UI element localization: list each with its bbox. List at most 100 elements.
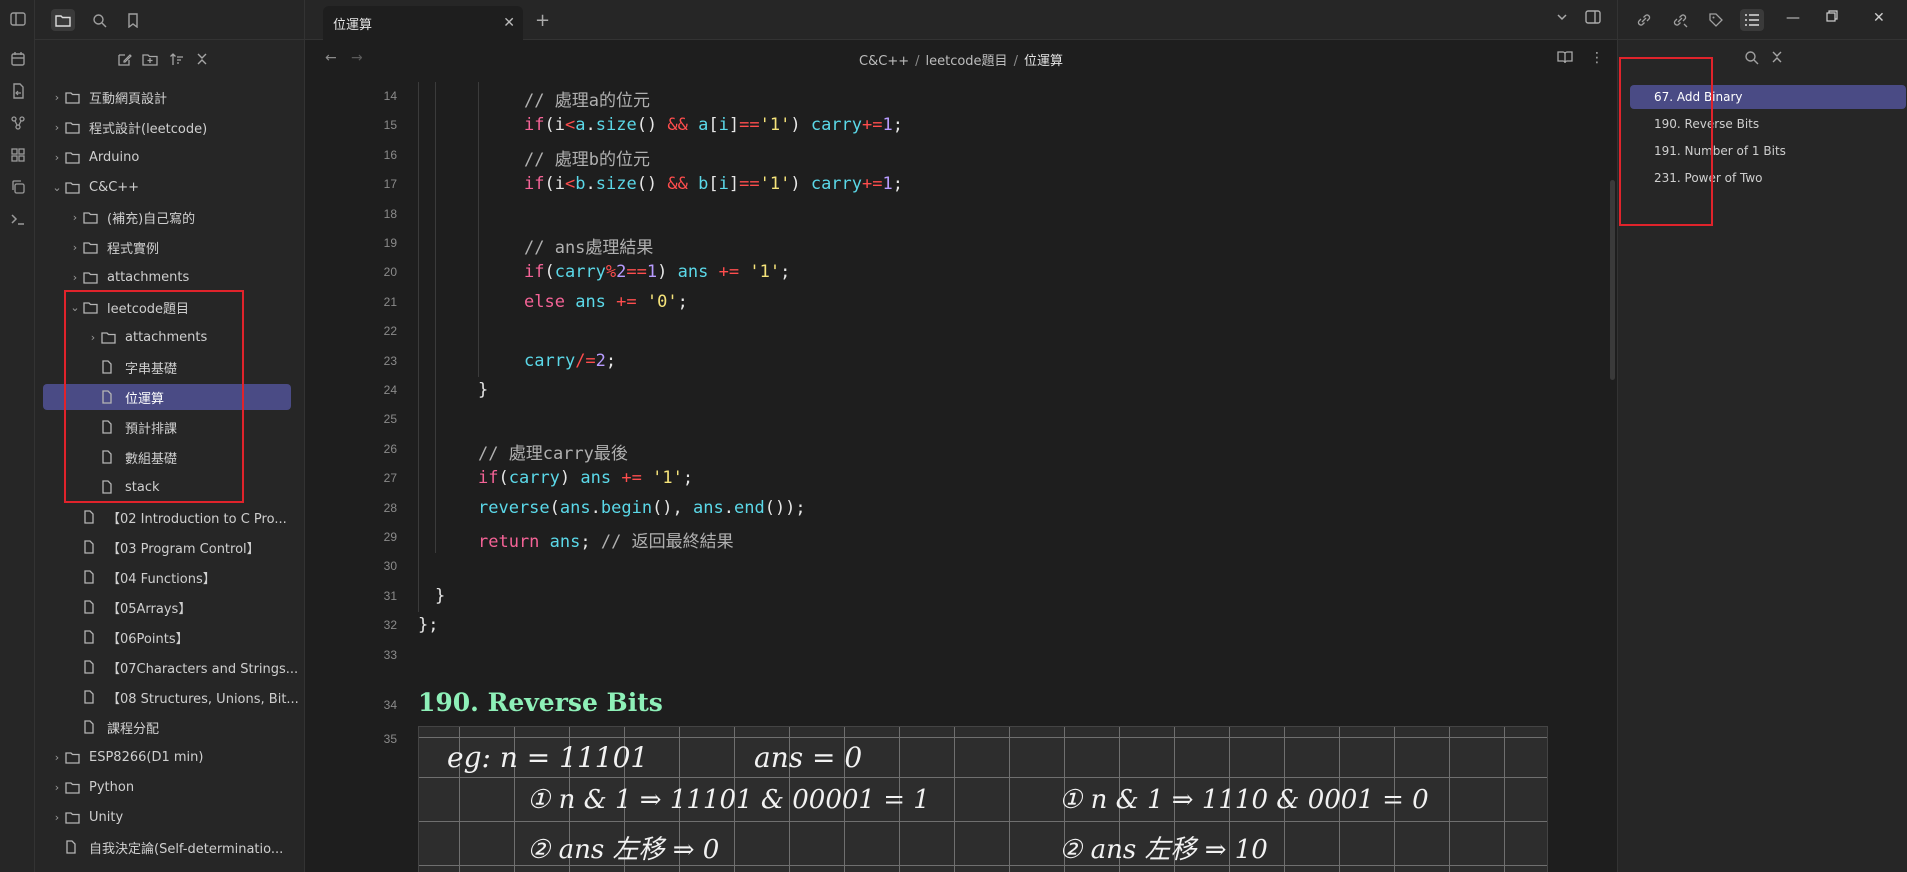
copy-icon[interactable] bbox=[9, 178, 27, 196]
close-tab-icon[interactable]: ✕ bbox=[503, 15, 515, 31]
tree-file[interactable]: 【08 Structures, Unions, Bit... bbox=[35, 684, 304, 710]
tree-file[interactable]: 【03 Program Control】 bbox=[35, 534, 304, 560]
chevron-down-icon[interactable] bbox=[1555, 10, 1569, 28]
code-token: '1' bbox=[652, 468, 683, 489]
folder-icon[interactable] bbox=[51, 9, 75, 31]
file-icon bbox=[83, 630, 101, 644]
restore-icon[interactable] bbox=[1826, 10, 1838, 26]
tree-file[interactable]: 自我決定論(Self-determinatio... bbox=[35, 834, 304, 860]
tree-file[interactable]: 【04 Functions】 bbox=[35, 564, 304, 590]
chevron-right-icon[interactable]: › bbox=[85, 331, 101, 344]
outline-item[interactable]: 191. Number of 1 Bits bbox=[1630, 139, 1906, 163]
chevron-right-icon[interactable]: › bbox=[67, 211, 83, 224]
backlinks-icon[interactable] bbox=[1632, 9, 1656, 31]
line-number: 32 bbox=[383, 618, 397, 633]
code-token: % bbox=[605, 262, 617, 283]
folder-icon bbox=[83, 240, 101, 254]
tree-folder[interactable]: › attachments bbox=[35, 264, 304, 290]
breadcrumb-current[interactable]: 位運算 bbox=[1024, 54, 1063, 69]
chevron-down-icon[interactable]: ⌄ bbox=[67, 301, 83, 314]
outgoing-links-icon[interactable] bbox=[1668, 9, 1692, 31]
new-tab-icon[interactable]: + bbox=[535, 10, 550, 31]
chevron-right-icon[interactable]: › bbox=[49, 781, 65, 794]
sidebar-toggle-icon[interactable] bbox=[9, 10, 27, 28]
chevron-right-icon[interactable]: › bbox=[67, 271, 83, 284]
outline-item[interactable]: 67. Add Binary bbox=[1630, 85, 1906, 109]
chevron-right-icon[interactable]: › bbox=[49, 751, 65, 764]
folder-icon bbox=[65, 90, 83, 104]
calendar-icon[interactable] bbox=[9, 50, 27, 68]
collapse-all-icon[interactable] bbox=[193, 50, 211, 68]
tree-folder[interactable]: › Unity bbox=[35, 804, 304, 830]
breadcrumb-item[interactable]: leetcode題目 bbox=[926, 54, 1008, 69]
tree-file[interactable]: 位運算 bbox=[43, 384, 291, 410]
search-icon[interactable] bbox=[1744, 50, 1762, 68]
indent-guide bbox=[418, 82, 419, 112]
indent-guide bbox=[478, 111, 479, 142]
editor-scrollbar[interactable] bbox=[1610, 180, 1615, 380]
tree-file[interactable]: 【07Characters and Strings... bbox=[35, 654, 304, 680]
new-note-icon[interactable] bbox=[115, 50, 133, 68]
search-icon[interactable] bbox=[87, 9, 111, 31]
code-token: if bbox=[524, 174, 545, 195]
handwriting-line: ans = 0 bbox=[754, 741, 863, 774]
chevron-right-icon[interactable]: › bbox=[49, 91, 65, 104]
outline-item[interactable]: 190. Reverse Bits bbox=[1630, 112, 1906, 136]
tags-icon[interactable] bbox=[1704, 9, 1728, 31]
tree-folder[interactable]: › 互動網頁設計 bbox=[35, 84, 304, 110]
indent-guide bbox=[435, 464, 436, 495]
code-token: < bbox=[564, 115, 576, 136]
tree-file[interactable]: 課程分配 bbox=[35, 714, 304, 740]
new-folder-icon[interactable] bbox=[141, 50, 159, 68]
indent-guide bbox=[418, 287, 419, 318]
outline-list-icon[interactable] bbox=[1740, 9, 1764, 31]
tree-file[interactable]: 預計排課 bbox=[35, 414, 304, 440]
more-options-icon[interactable]: ⋮ bbox=[1590, 50, 1604, 66]
code-token: && bbox=[667, 115, 688, 136]
tab-active-note[interactable]: 位運算 ✕ bbox=[323, 6, 523, 40]
tree-file[interactable]: 【02 Introduction to C Pro... bbox=[35, 504, 304, 530]
blocks-icon[interactable] bbox=[9, 146, 27, 164]
collapse-all-icon[interactable] bbox=[1770, 50, 1788, 68]
tree-file[interactable]: 【06Points】 bbox=[35, 624, 304, 650]
indent-guide bbox=[418, 523, 419, 553]
file-sync-icon[interactable] bbox=[9, 82, 27, 100]
tree-folder[interactable]: › Arduino bbox=[35, 144, 304, 170]
tree-file[interactable]: stack bbox=[35, 474, 304, 500]
code-block[interactable]: 14// 處理a的位元 15 if(i<a.size() && a[i]=='1')… bbox=[305, 76, 1617, 676]
tree-folder[interactable]: › ESP8266(D1 min) bbox=[35, 744, 304, 770]
tree-folder[interactable]: ⌄ C&C++ bbox=[35, 174, 304, 200]
chevron-right-icon[interactable]: › bbox=[49, 811, 65, 824]
close-window-icon[interactable]: ✕ bbox=[1873, 10, 1885, 26]
bookmark-icon[interactable] bbox=[121, 9, 145, 31]
indent-guide bbox=[435, 376, 436, 406]
chevron-right-icon[interactable]: › bbox=[49, 151, 65, 164]
code-token: ( bbox=[549, 497, 560, 518]
breadcrumb-item[interactable]: C&C++ bbox=[859, 54, 909, 69]
chevron-down-icon[interactable]: ⌄ bbox=[49, 181, 65, 194]
tree-folder[interactable]: › 程式實例 bbox=[35, 234, 304, 260]
code-token: ; bbox=[580, 532, 601, 552]
code-token: 2 bbox=[616, 262, 627, 283]
code-token: a bbox=[575, 115, 586, 136]
tree-folder[interactable]: › attachments bbox=[35, 324, 304, 350]
tree-folder[interactable]: › Python bbox=[35, 774, 304, 800]
terminal-icon[interactable] bbox=[9, 210, 27, 228]
minimize-icon[interactable]: — bbox=[1786, 10, 1800, 26]
outline-item[interactable]: 231. Power of Two bbox=[1630, 166, 1906, 190]
chevron-right-icon[interactable]: › bbox=[49, 121, 65, 134]
tree-folder[interactable]: › (補充)自己寫的 bbox=[35, 204, 304, 230]
graph-icon[interactable] bbox=[9, 114, 27, 132]
reading-view-icon[interactable] bbox=[1557, 50, 1573, 68]
chevron-right-icon[interactable]: › bbox=[67, 241, 83, 254]
tree-folder[interactable]: ⌄ leetcode題目 bbox=[35, 294, 304, 320]
tree-file[interactable]: 【05Arrays】 bbox=[35, 594, 304, 620]
code-line: }; bbox=[418, 615, 438, 635]
sort-icon[interactable] bbox=[167, 50, 185, 68]
tree-folder[interactable]: › 程式設計(leetcode) bbox=[35, 114, 304, 140]
right-sidebar-toggle-icon[interactable] bbox=[1585, 10, 1601, 28]
code-token: [ bbox=[708, 115, 719, 136]
line-number: 21 bbox=[383, 294, 397, 309]
tree-file[interactable]: 字串基礎 bbox=[35, 354, 304, 380]
tree-file[interactable]: 數組基礎 bbox=[35, 444, 304, 470]
